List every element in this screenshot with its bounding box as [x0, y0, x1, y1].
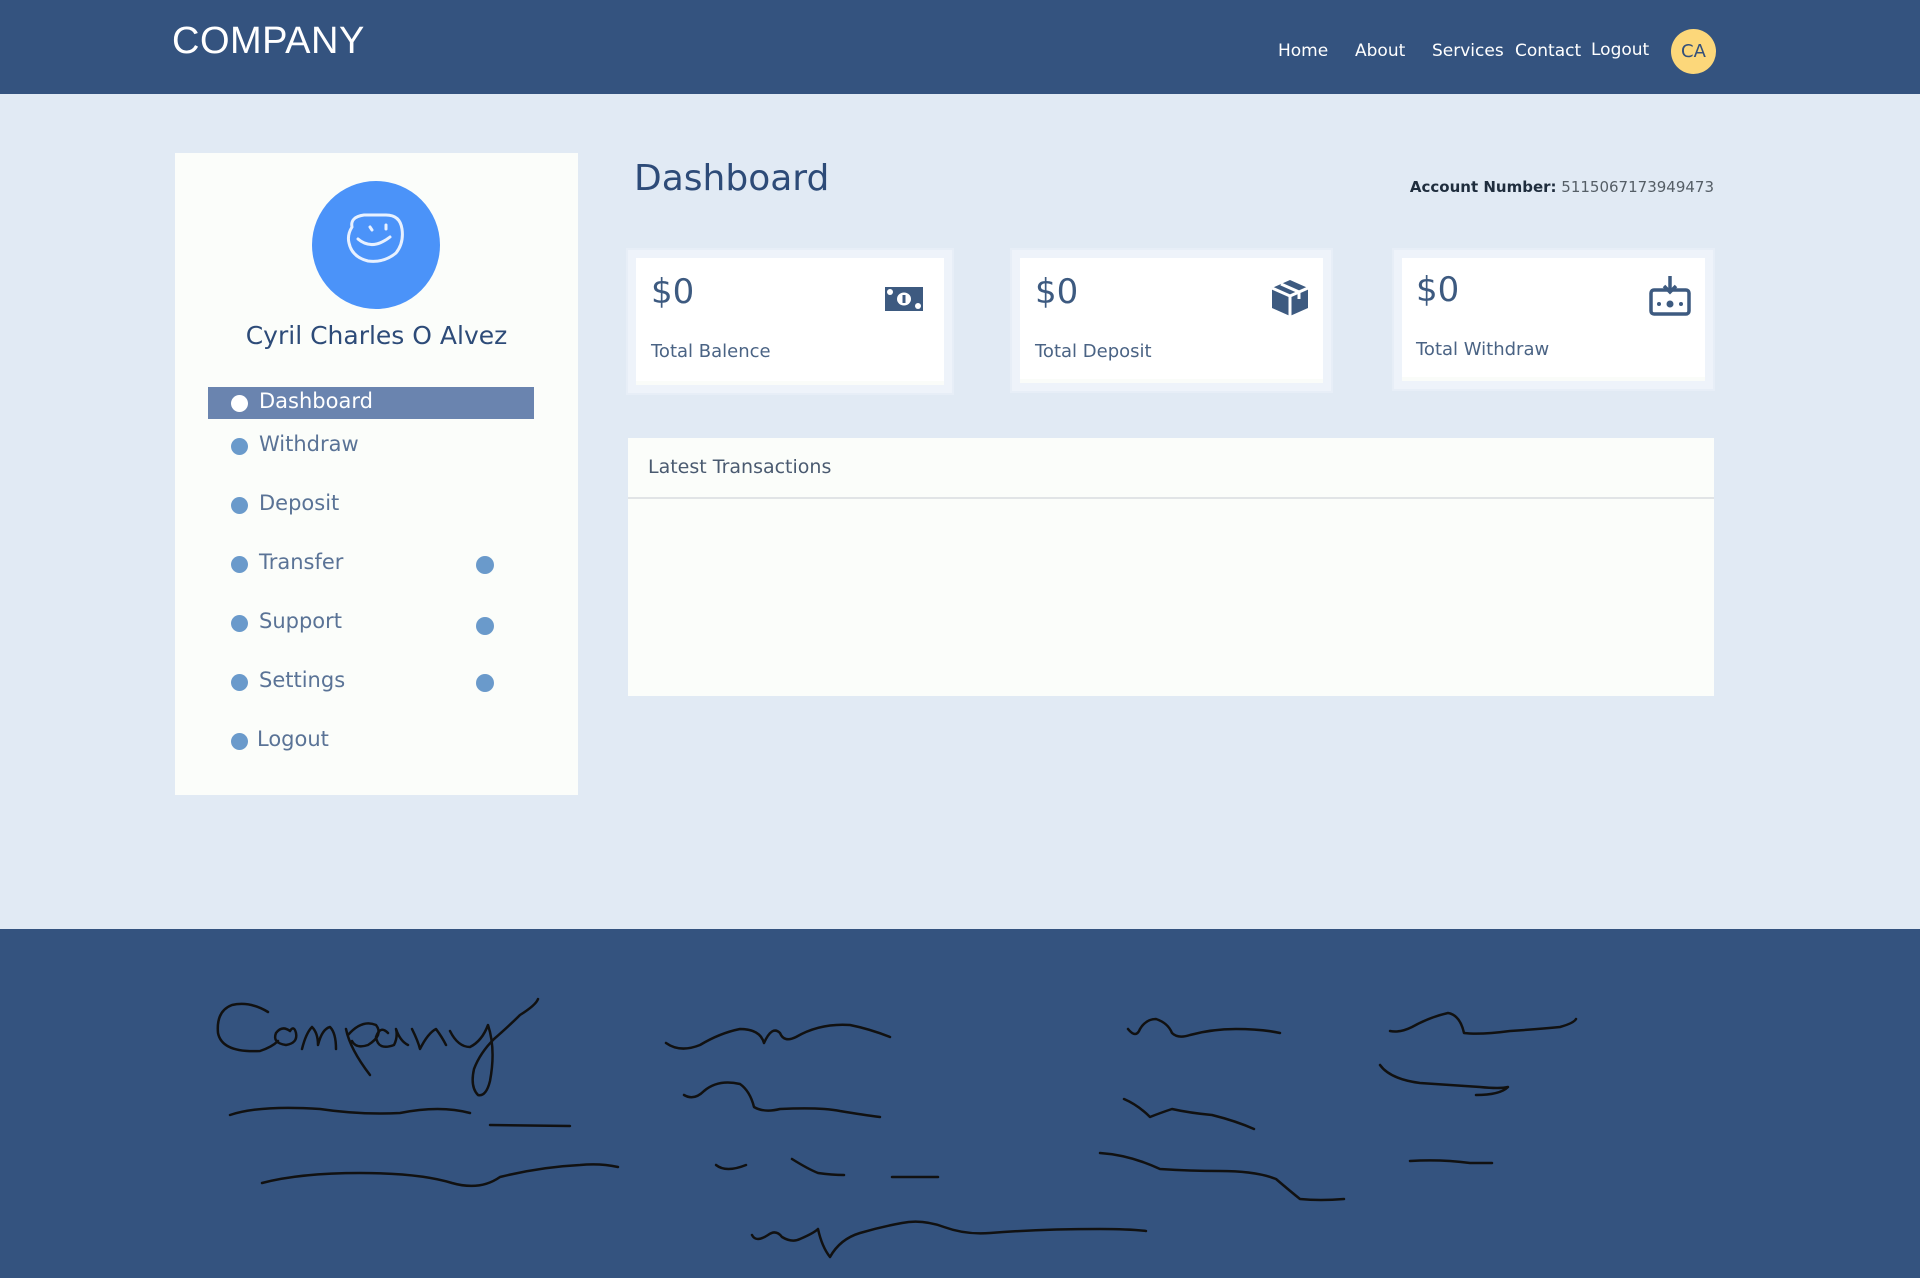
total-deposit-label: Total Deposit [1035, 341, 1152, 362]
smiley-face-icon [346, 213, 404, 263]
sidebar-item-label: Settings [259, 668, 346, 692]
total-withdraw-label: Total Withdraw [1416, 339, 1550, 360]
handwritten-footer-scribbles [216, 997, 1578, 1259]
bullet-icon [231, 615, 248, 632]
notification-dot-icon [476, 674, 494, 692]
sidebar-item-transfer[interactable]: Transfer [208, 548, 534, 580]
nav-about[interactable]: About [1355, 41, 1405, 61]
total-deposit-amount: $0 [1035, 272, 1079, 312]
box-icon [1269, 277, 1311, 323]
bullet-icon [231, 497, 248, 514]
sidebar-item-withdraw[interactable]: Withdraw [208, 430, 534, 462]
account-number: Account Number: 5115067173949473 [1410, 178, 1714, 196]
nav-home[interactable]: Home [1278, 41, 1328, 61]
bullet-icon [231, 438, 248, 455]
brand-logo[interactable]: COMPANY [172, 20, 365, 63]
sidebar-item-label: Dashboard [259, 389, 373, 413]
sidebar-item-dashboard[interactable]: Dashboard [208, 387, 534, 419]
user-name: Cyril Charles O Alvez [245, 321, 508, 350]
total-balance-amount: $0 [651, 272, 695, 312]
nav-services[interactable]: Services [1432, 41, 1504, 61]
nav-contact[interactable]: Contact [1515, 41, 1581, 61]
bullet-icon [231, 395, 248, 412]
withdraw-icon [1648, 274, 1692, 322]
footer [0, 929, 1920, 1278]
sidebar-item-settings[interactable]: Settings [208, 666, 534, 698]
page-title: Dashboard [634, 158, 830, 199]
sidebar-item-label: Withdraw [259, 432, 359, 456]
sidebar-item-deposit[interactable]: Deposit [208, 489, 534, 521]
sidebar-item-support[interactable]: Support [208, 607, 534, 639]
bullet-icon [231, 556, 248, 573]
notification-dot-icon [476, 556, 494, 574]
account-number-value: 5115067173949473 [1561, 178, 1714, 196]
stat-card-withdraw: $0 Total Withdraw [1392, 248, 1715, 391]
nav-logout[interactable]: Logout [1591, 40, 1649, 60]
money-bill-icon [884, 284, 924, 318]
total-withdraw-amount: $0 [1416, 270, 1460, 310]
sidebar-item-label: Deposit [259, 491, 340, 515]
account-number-label: Account Number: [1409, 178, 1557, 196]
profile-picture [312, 181, 440, 309]
latest-transactions-title: Latest Transactions [648, 456, 832, 478]
sidebar-item-label: Logout [257, 727, 329, 751]
sidebar: Cyril Charles O Alvez Dashboard Withdraw… [175, 153, 578, 795]
user-avatar[interactable]: CA [1671, 29, 1716, 74]
total-balance-label: Total Balence [651, 341, 771, 362]
top-navbar: COMPANY Home About Services Contact Logo… [0, 0, 1920, 94]
bullet-icon [231, 674, 248, 691]
bullet-icon [231, 733, 248, 750]
latest-transactions-panel: Latest Transactions [628, 438, 1714, 696]
sidebar-item-logout[interactable]: Logout [208, 725, 534, 757]
stat-card-deposit: $0 Total Deposit [1010, 248, 1333, 393]
latest-transactions-header: Latest Transactions [628, 438, 1714, 499]
stat-card-balance: $0 Total Balence [626, 248, 954, 395]
notification-dot-icon [476, 617, 494, 635]
sidebar-item-label: Support [259, 609, 343, 633]
sidebar-item-label: Transfer [259, 550, 344, 574]
